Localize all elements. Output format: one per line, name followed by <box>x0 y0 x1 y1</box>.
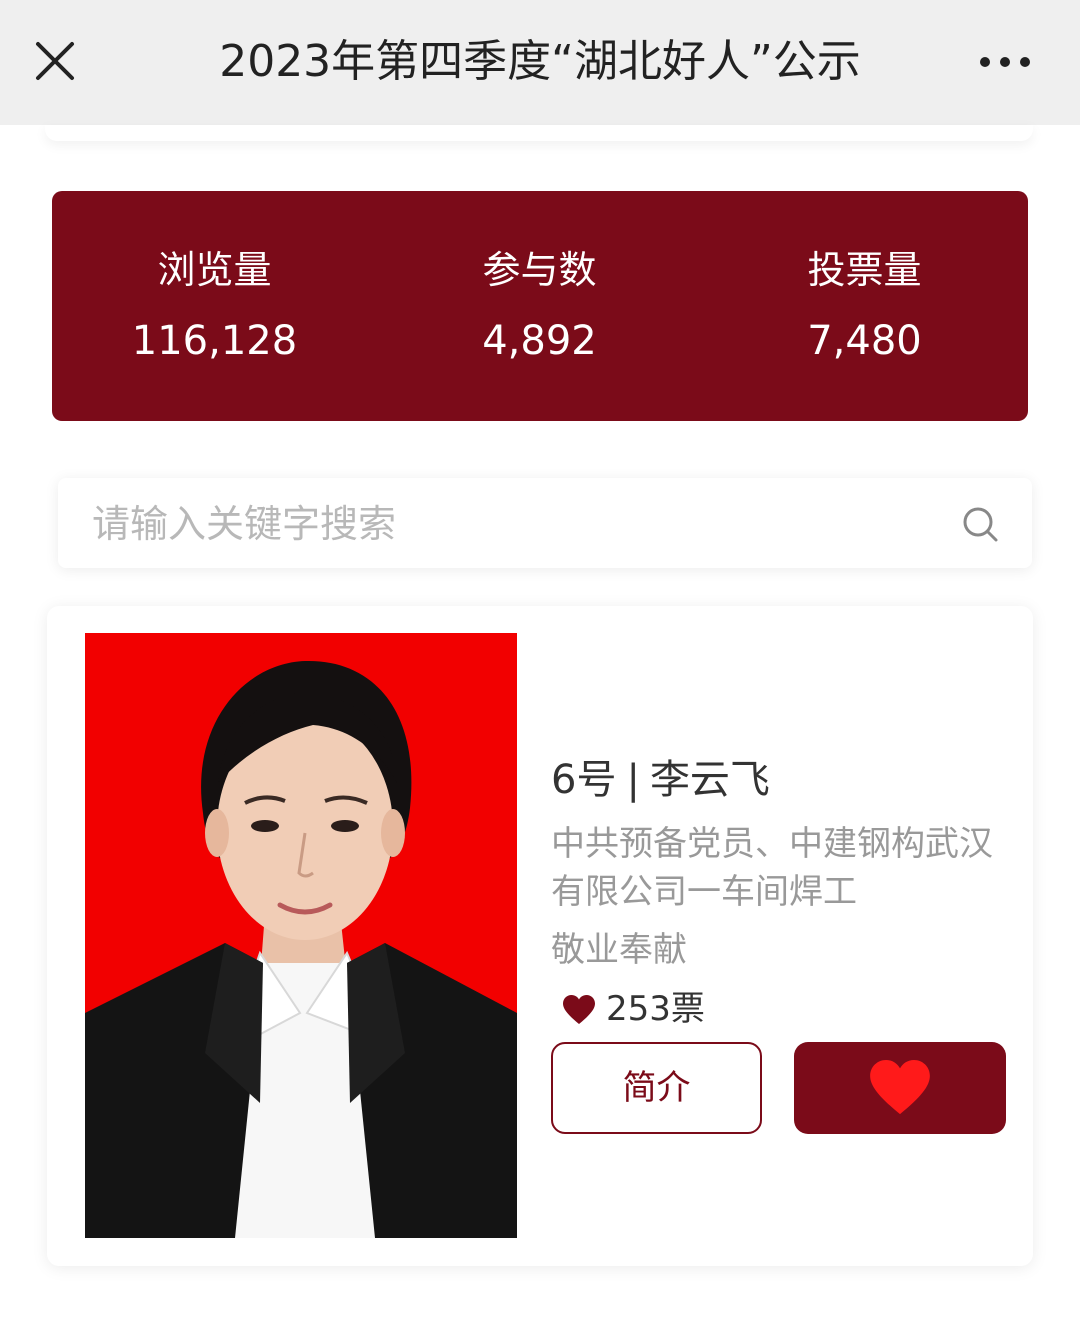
stat-participants: 参与数 4,892 <box>377 191 702 421</box>
close-button[interactable] <box>30 36 80 86</box>
stat-value: 7,480 <box>807 318 922 364</box>
page-title: 2023年第四季度“湖北好人”公示 <box>219 36 861 87</box>
search-icon <box>963 507 998 542</box>
candidate-description: 中共预备党员、中建钢构武汉有限公司一车间焊工 <box>551 824 993 912</box>
stat-label: 参与数 <box>482 248 597 292</box>
previous-card-edge <box>45 125 1033 141</box>
search-button[interactable] <box>960 504 1000 544</box>
stat-votes: 投票量 7,480 <box>702 191 1027 421</box>
stat-views: 浏览量 116,128 <box>52 191 377 421</box>
stat-value: 116,128 <box>131 318 298 364</box>
heart-icon <box>563 995 595 1024</box>
stat-label: 投票量 <box>807 248 922 292</box>
stats-panel: 浏览量 116,128 参与数 4,892 投票量 7,480 <box>52 191 1028 421</box>
search-bar <box>58 478 1032 570</box>
search-input[interactable] <box>90 478 914 570</box>
more-horizontal-icon <box>980 57 1030 67</box>
vote-button[interactable] <box>794 1042 1006 1134</box>
heart-icon <box>870 1060 930 1115</box>
intro-button[interactable]: 简介 <box>551 1042 762 1134</box>
top-bar: 2023年第四季度“湖北好人”公示 <box>0 0 1080 125</box>
candidate-name: 李云飞 <box>649 757 770 803</box>
separator: | <box>626 757 640 803</box>
stat-label: 浏览量 <box>157 248 272 292</box>
more-options-button[interactable] <box>975 46 1035 78</box>
candidate-category: 敬业奉献 <box>551 930 687 970</box>
candidate-heading: 6号 | 李云飞 <box>551 752 770 808</box>
close-icon <box>36 42 74 80</box>
stat-value: 4,892 <box>482 318 597 364</box>
candidate-photo[interactable] <box>85 633 517 1238</box>
candidate-number: 6号 <box>551 757 617 803</box>
vote-count: 253票 <box>606 989 705 1029</box>
